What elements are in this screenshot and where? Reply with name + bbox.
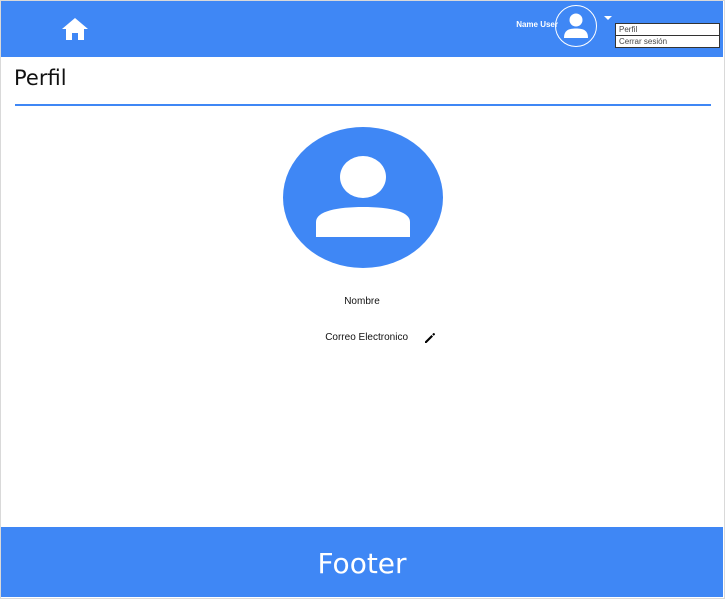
pencil-icon [425, 332, 436, 343]
footer: Footer [1, 527, 723, 597]
user-avatar-icon [564, 13, 588, 38]
title-divider [15, 104, 711, 106]
menu-item-cerrar-sesion[interactable]: Cerrar sesión [615, 36, 720, 48]
page-title: Perfil [14, 66, 67, 90]
top-bar: Name User Perfil Cerrar sesión [1, 1, 723, 57]
user-dropdown-menu: Perfil Cerrar sesión [615, 23, 720, 48]
caret-down-icon[interactable] [604, 16, 612, 20]
name-field-label: Nombre [344, 296, 380, 307]
user-avatar-icon [316, 156, 410, 237]
home-icon [62, 18, 88, 40]
footer-text: Footer [317, 547, 407, 580]
email-field-label: Correo Electronico [325, 332, 408, 343]
menu-item-perfil[interactable]: Perfil [615, 23, 720, 36]
edit-email-button[interactable] [423, 331, 437, 345]
user-name-label: Name User [516, 20, 558, 29]
profile-avatar [283, 127, 443, 268]
home-button[interactable] [59, 15, 91, 43]
user-avatar-button[interactable] [555, 5, 597, 47]
